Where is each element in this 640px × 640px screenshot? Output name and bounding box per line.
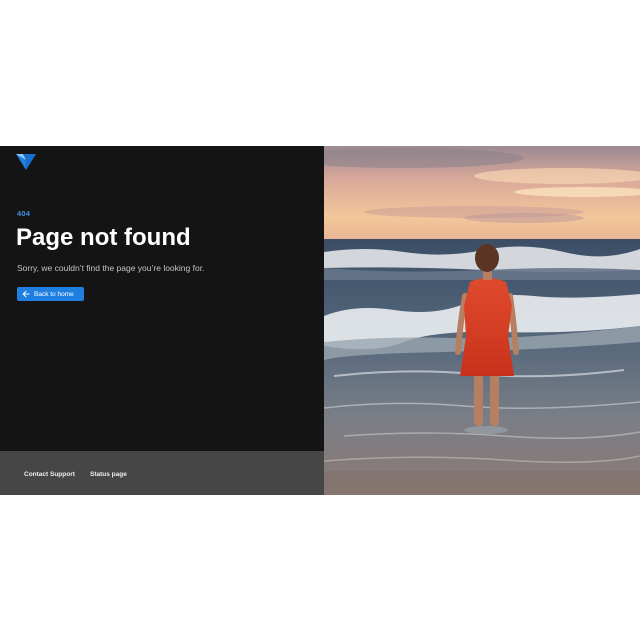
back-to-home-label: Back to home — [34, 290, 74, 298]
hero-photo — [324, 146, 640, 495]
footer: Contact Support Status page — [0, 451, 324, 495]
error-page: 404 Page not found Sorry, we couldn’t fi… — [0, 146, 640, 495]
status-page-link[interactable]: Status page — [90, 471, 127, 478]
v-triangle-logo-icon[interactable] — [16, 154, 36, 170]
back-to-home-button[interactable]: Back to home — [17, 287, 84, 301]
error-code: 404 — [17, 209, 31, 218]
contact-support-link[interactable]: Contact Support — [24, 471, 75, 478]
content-panel: 404 Page not found Sorry, we couldn’t fi… — [0, 146, 324, 495]
page-title: Page not found — [16, 224, 191, 251]
error-description: Sorry, we couldn’t find the page you’re … — [17, 263, 205, 273]
arrow-left-icon — [22, 290, 30, 298]
